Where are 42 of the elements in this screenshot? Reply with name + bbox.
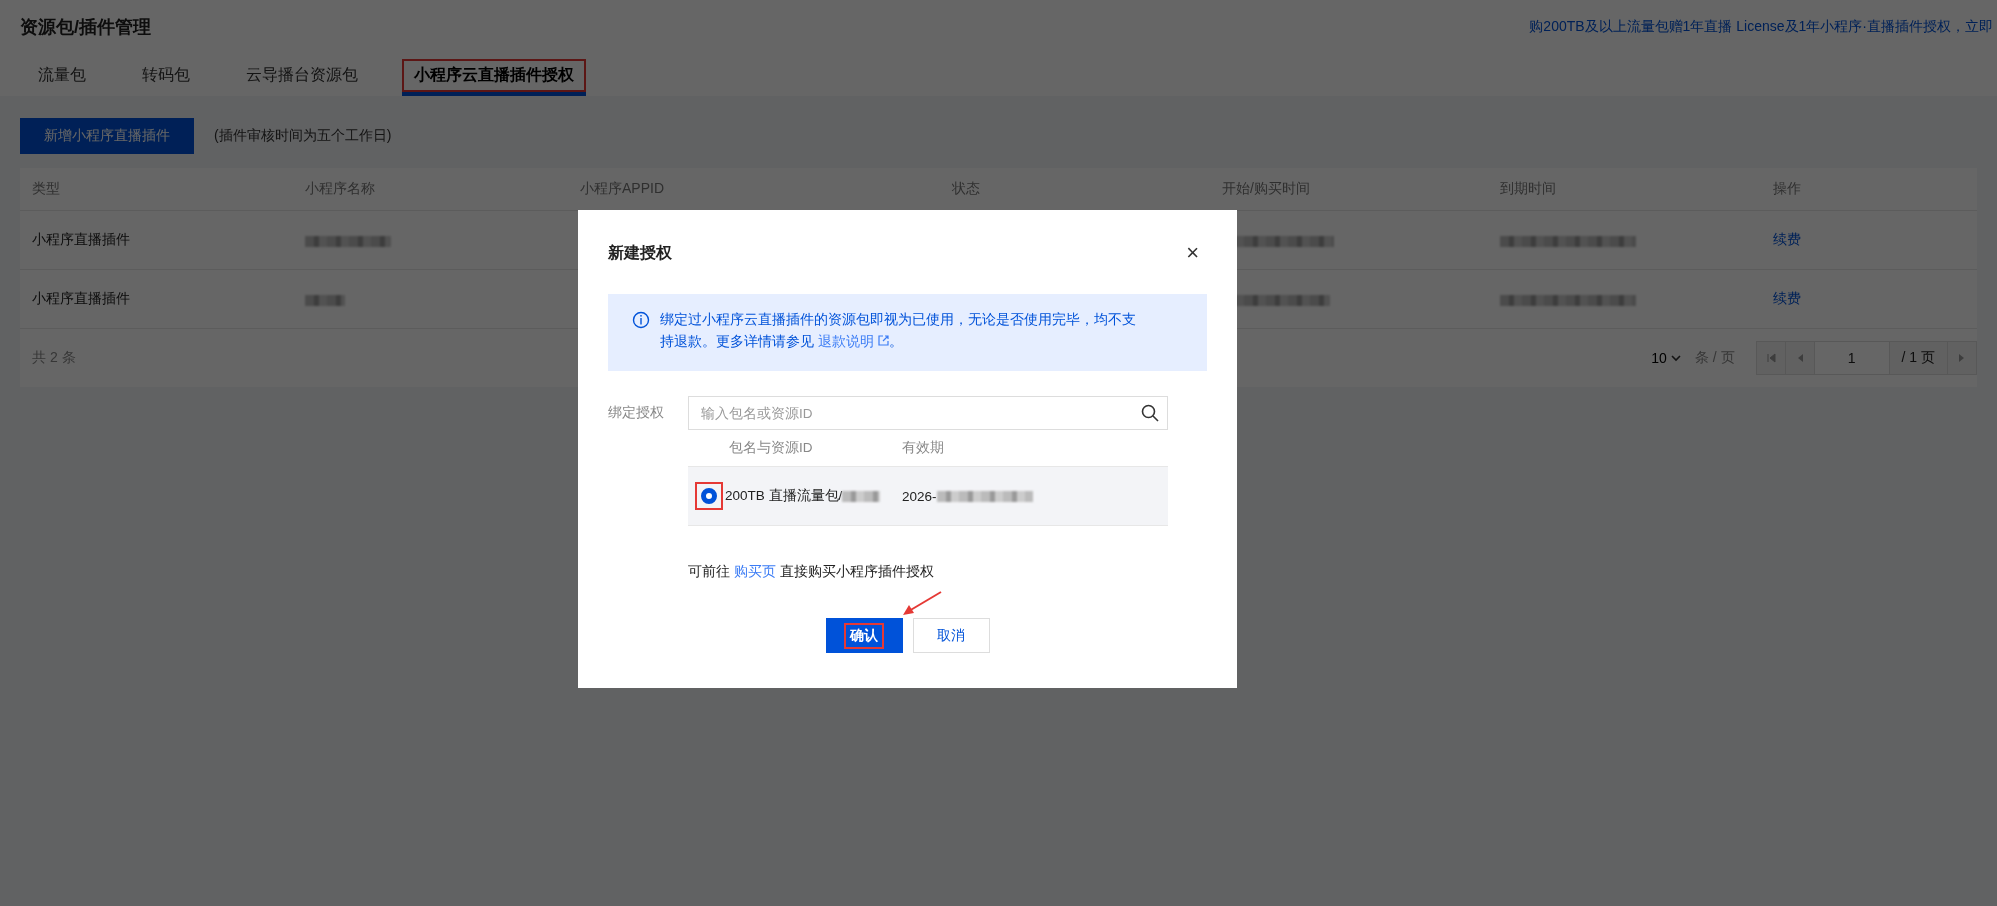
blurred-text: [305, 294, 345, 306]
review-note: (插件审核时间为五个工作日): [214, 127, 392, 145]
table-cell-text: 小程序直播插件: [31, 231, 131, 249]
tab[interactable]: 云导播台资源包: [234, 59, 370, 92]
add-plugin-button[interactable]: 新增小程序直播插件: [20, 118, 194, 154]
blurred-text: [842, 490, 881, 502]
first-page-button[interactable]: [1755, 341, 1786, 375]
column-header: 有效期: [902, 439, 944, 457]
page-input[interactable]: 1: [1813, 341, 1890, 375]
first-page-icon: [1765, 353, 1776, 363]
page-title: 资源包/插件管理: [20, 16, 151, 39]
confirm-button[interactable]: 确认: [825, 618, 903, 653]
table-cell-text: 小程序直播插件: [31, 290, 131, 308]
validity-date: 2026-: [902, 488, 937, 504]
annotation-arrow: [903, 591, 942, 615]
next-page-button[interactable]: [1947, 341, 1977, 375]
previous-page-button[interactable]: [1784, 341, 1815, 375]
search-icon[interactable]: [1141, 404, 1159, 422]
resource-option-row[interactable]: 200TB 直播流量包/ 2026-: [688, 466, 1168, 526]
renew-link[interactable]: 续费: [1773, 290, 1801, 306]
field-label: 绑定授权: [608, 404, 665, 422]
total-pages: / 1 页: [1888, 341, 1948, 375]
promo-link[interactable]: 购200TB及以上流量包赠1年直播 License及1年小程序·直播插件授权，立即: [1529, 18, 1997, 36]
refund-policy-link[interactable]: 退款说明: [817, 334, 889, 349]
radio-button[interactable]: [695, 482, 723, 510]
search-field[interactable]: 输入包名或资源ID: [688, 396, 1168, 430]
info-icon: [632, 311, 650, 329]
tab[interactable]: 流量包: [26, 59, 98, 92]
cancel-button[interactable]: 取消: [912, 618, 990, 653]
purchase-hint: 可前往 购买页 直接购买小程序插件授权: [688, 563, 935, 581]
column-header: 包名与资源ID: [728, 439, 814, 457]
purchase-page-link[interactable]: 购买页: [733, 564, 776, 579]
dialog-title: 新建授权: [608, 242, 672, 263]
renew-link[interactable]: 续费: [1773, 231, 1801, 247]
page-size-select[interactable]: 10: [1645, 349, 1687, 367]
notice-text: 绑定过小程序云直播插件的资源包即视为已使用，无论是否使用完毕，均不支持退款。更多详情请参见 退款说明 。: [660, 311, 1137, 351]
package-name: 200TB 直播流量包/: [725, 487, 843, 505]
tab[interactable]: 转码包: [130, 59, 202, 92]
external-link-icon: [877, 335, 889, 346]
chevron-down-icon: [1670, 354, 1681, 362]
close-button[interactable]: ×: [1182, 242, 1203, 264]
right-triangle-icon: [1958, 353, 1966, 363]
